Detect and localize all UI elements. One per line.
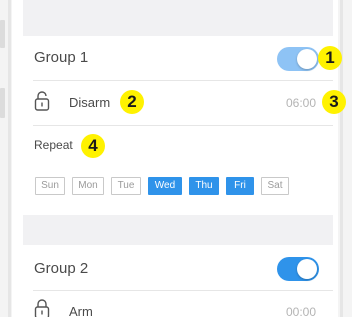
section-separator [23, 215, 333, 245]
day-chip-mon[interactable]: Mon [72, 177, 104, 195]
toggle-knob [297, 259, 317, 279]
group-1-mode-label: Disarm [69, 95, 111, 110]
group-2-header: Group 2 [23, 245, 333, 289]
day-chip-sun[interactable]: Sun [35, 177, 65, 195]
day-chip-fri[interactable]: Fri [226, 177, 254, 195]
group-2-toggle[interactable] [277, 257, 319, 281]
annotation-badge-1: 1 [318, 46, 342, 70]
side-button [0, 88, 5, 118]
group-2-title: Group 2 [34, 260, 89, 277]
group-1-toggle[interactable] [277, 47, 319, 71]
group-1-title: Group 1 [34, 49, 89, 66]
day-chip-thu[interactable]: Thu [189, 177, 219, 195]
annotation-badge-4: 4 [81, 134, 105, 158]
schedule-screen: Group 1 Disarm 06:00 Repeat Sun Mon Tue Wed… [23, 0, 333, 317]
lock-open-icon [34, 91, 50, 111]
phone-frame-right [338, 0, 352, 317]
group-2-mode-row[interactable]: Arm 00:00 [23, 291, 333, 317]
day-chip-tue[interactable]: Tue [111, 177, 141, 195]
day-chip-sat[interactable]: Sat [261, 177, 289, 195]
divider [33, 125, 333, 126]
group-2-mode-label: Arm [69, 304, 93, 317]
annotation-badge-3: 3 [322, 90, 346, 114]
repeat-label: Repeat [34, 138, 73, 152]
group-1-mode-row[interactable]: Disarm 06:00 [23, 81, 333, 125]
day-chip-wed[interactable]: Wed [148, 177, 182, 195]
group-2-time[interactable]: 00:00 [286, 305, 316, 317]
toggle-knob [297, 49, 317, 69]
phone-frame-left [0, 0, 12, 317]
annotation-badge-2: 2 [120, 90, 144, 114]
group-1-time[interactable]: 06:00 [286, 96, 316, 110]
section-separator [23, 0, 333, 36]
side-button [0, 20, 5, 48]
lock-closed-icon [34, 299, 50, 317]
group-1-header: Group 1 [23, 36, 333, 80]
